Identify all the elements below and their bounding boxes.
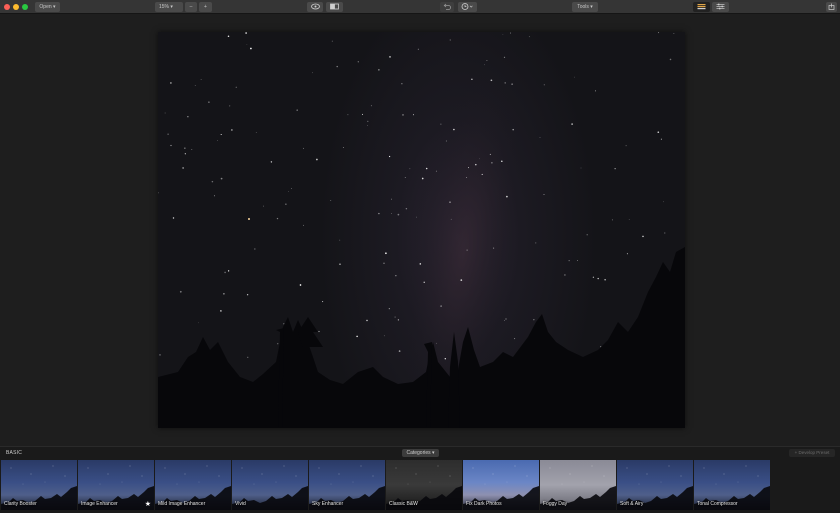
preset-thumbnail[interactable]: Soft & Airy <box>617 460 693 510</box>
photo-preview[interactable] <box>158 32 685 428</box>
history-button[interactable] <box>458 2 477 12</box>
presets-panel: BASIC Categories ▾ + Develop Preset Clar… <box>0 446 840 513</box>
maximize-window-button[interactable] <box>22 4 28 10</box>
night-sky-photo <box>158 32 685 428</box>
preset-label: Clarity Booster <box>4 501 37 507</box>
develop-preset-button[interactable]: + Develop Preset <box>789 449 835 457</box>
adjustments-panel-toggle[interactable] <box>712 2 729 12</box>
minimize-window-button[interactable] <box>13 4 19 10</box>
zoom-in-button[interactable]: + <box>199 2 212 12</box>
preset-thumbnail[interactable]: Tonal Compressor <box>694 460 770 510</box>
presets-panel-icon <box>697 4 706 10</box>
preset-category-title: BASIC <box>6 450 23 456</box>
share-icon <box>828 3 835 10</box>
undo-icon <box>443 3 451 10</box>
open-button[interactable]: Open ▾ <box>35 2 60 12</box>
preset-thumbnail[interactable]: Fix Dark Photos <box>463 460 539 510</box>
preset-thumbnail[interactable]: Mild Image Enhancer <box>155 460 231 510</box>
preset-thumbnail[interactable]: Vivid <box>232 460 308 510</box>
preset-label: Sky Enhancer <box>312 501 344 507</box>
close-window-button[interactable] <box>4 4 10 10</box>
preset-thumbnail[interactable]: Image Enhancer ★ <box>78 460 154 510</box>
preset-thumbnail[interactable]: Sky Enhancer <box>309 460 385 510</box>
preset-label: Image Enhancer <box>81 501 118 507</box>
tools-menu-button[interactable]: Tools ▾ <box>572 2 598 12</box>
undo-button[interactable] <box>440 2 454 12</box>
compare-icon <box>330 3 339 10</box>
preset-thumbnail[interactable]: Clarity Booster <box>1 460 77 510</box>
preset-label: Tonal Compressor <box>697 501 738 507</box>
preset-strip: Clarity Booster Image Enhancer ★ Mild Image… <box>1 460 770 510</box>
share-button[interactable] <box>826 2 837 12</box>
zoom-select[interactable]: 15% ▾ <box>155 2 183 12</box>
favorite-star-icon[interactable]: ★ <box>145 501 151 508</box>
eye-icon <box>310 3 320 10</box>
preset-label: Fix Dark Photos <box>466 501 502 507</box>
compare-button[interactable] <box>326 2 343 12</box>
presets-panel-toggle[interactable] <box>693 2 710 12</box>
preset-label: Mild Image Enhancer <box>158 501 206 507</box>
zoom-out-button[interactable]: – <box>185 2 197 12</box>
preset-label: Foggy Day <box>543 501 568 507</box>
categories-dropdown[interactable]: Categories ▾ <box>402 449 439 457</box>
preset-label: Classic B&W <box>389 501 418 507</box>
main-toolbar: Open ▾ 15% ▾ – + Tools ▾ <box>0 0 840 14</box>
preset-thumbnail[interactable]: Classic B&W <box>386 460 462 510</box>
preset-thumbnail[interactable]: Foggy Day <box>540 460 616 510</box>
sliders-icon <box>716 3 725 10</box>
preset-label: Vivid <box>235 501 246 507</box>
preset-label: Soft & Airy <box>620 501 644 507</box>
clock-icon <box>461 3 473 10</box>
image-canvas <box>0 15 840 445</box>
preview-toggle-button[interactable] <box>307 2 323 12</box>
